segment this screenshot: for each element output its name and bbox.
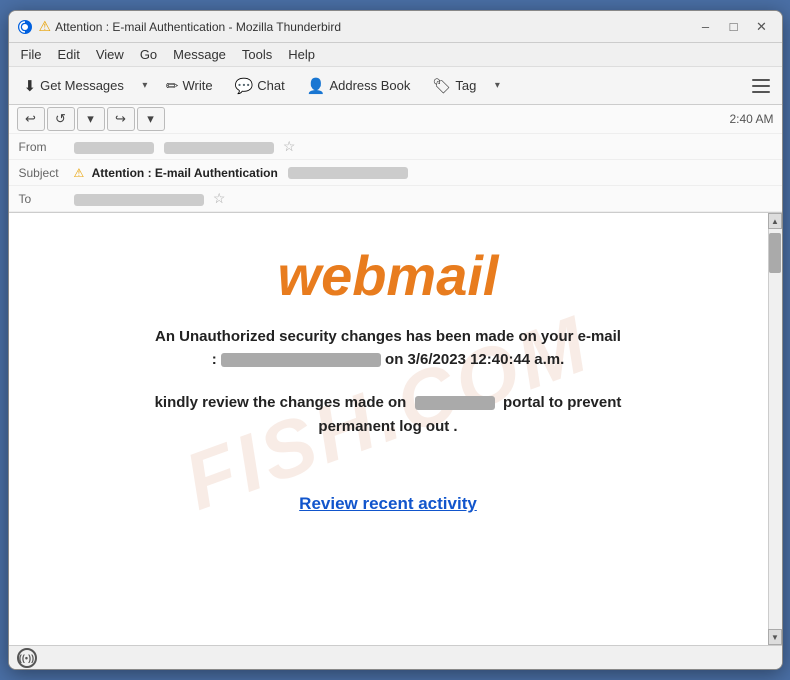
from-redacted-2 xyxy=(164,142,274,154)
tag-button[interactable]: 🏷 Tag xyxy=(423,71,485,101)
scrollbar-down-arrow[interactable]: ▼ xyxy=(768,629,782,645)
menu-file[interactable]: File xyxy=(13,45,50,64)
security-message: An Unauthorized security changes has bee… xyxy=(29,326,748,371)
get-messages-dropdown[interactable]: ▾ xyxy=(137,71,153,101)
from-label: From xyxy=(19,140,74,154)
thunderbird-icon xyxy=(17,19,33,35)
status-bar: ((•)) xyxy=(9,645,782,669)
thunderbird-window: ⚠ Attention : E-mail Authentication - Mo… xyxy=(8,10,783,670)
to-label: To xyxy=(19,192,74,206)
email-content: FISH.COM webmail An Unauthorized securit… xyxy=(9,213,768,613)
connection-icon-text: ((•)) xyxy=(19,653,34,663)
more-button[interactable]: ▾ xyxy=(137,107,165,131)
to-redacted xyxy=(74,194,204,206)
title-text: Attention : E-mail Authentication - Mozi… xyxy=(55,20,693,34)
email-timestamp: 2:40 AM xyxy=(729,112,773,126)
menu-message[interactable]: Message xyxy=(165,45,234,64)
reply-toolbar: ↩ ↺ ▾ ↪ ▾ 2:40 AM xyxy=(9,105,782,134)
to-star-icon[interactable]: ☆ xyxy=(213,190,226,206)
reply-button[interactable]: ↺ xyxy=(47,107,75,131)
get-messages-button[interactable]: ⬇ Get Messages xyxy=(15,71,133,101)
menu-go[interactable]: Go xyxy=(132,45,165,64)
title-bar: ⚠ Attention : E-mail Authentication - Mo… xyxy=(9,11,782,43)
from-value: ☆ xyxy=(74,138,772,155)
webmail-logo: webmail xyxy=(29,243,748,308)
chat-label: Chat xyxy=(257,78,284,93)
tag-dropdown[interactable]: ▾ xyxy=(489,71,505,101)
tag-label: Tag xyxy=(455,78,476,93)
connection-status-icon: ((•)) xyxy=(17,648,37,668)
write-button[interactable]: ✏ Write xyxy=(157,71,222,101)
title-warning-icon: ⚠ xyxy=(39,18,52,35)
subject-redacted xyxy=(288,167,408,179)
security-date-text: on 3/6/2023 12:40:44 a.m. xyxy=(385,351,564,368)
address-book-label: Address Book xyxy=(329,78,410,93)
subject-label: Subject xyxy=(19,166,74,180)
menu-help[interactable]: Help xyxy=(280,45,323,64)
scrollbar-track: ▲ ▼ xyxy=(768,213,782,645)
email-body: FISH.COM webmail An Unauthorized securit… xyxy=(9,213,768,645)
minimize-button[interactable]: – xyxy=(694,17,718,37)
from-star-icon[interactable]: ☆ xyxy=(283,138,296,154)
forward-button[interactable]: ↪ xyxy=(107,107,135,131)
security-redacted xyxy=(221,353,381,367)
from-row: From ☆ xyxy=(9,134,782,160)
hamburger-line-1 xyxy=(752,79,770,81)
email-body-wrapper: FISH.COM webmail An Unauthorized securit… xyxy=(9,213,782,645)
get-messages-icon: ⬇ xyxy=(24,77,37,95)
close-button[interactable]: ✕ xyxy=(750,17,774,37)
address-book-button[interactable]: 👤 Address Book xyxy=(298,71,420,101)
write-icon: ✏ xyxy=(166,77,179,95)
scrollbar-thumb[interactable] xyxy=(769,233,781,273)
hamburger-line-2 xyxy=(752,85,770,87)
portal-redacted xyxy=(415,396,495,410)
window-controls: – □ ✕ xyxy=(694,17,774,37)
portal-prefix: kindly review the changes made on xyxy=(155,394,407,411)
subject-text: Attention : E-mail Authentication xyxy=(92,166,278,180)
toolbar: ⬇ Get Messages ▾ ✏ Write 💬 Chat 👤 Addres… xyxy=(9,67,782,105)
review-activity-link[interactable]: Review recent activity xyxy=(299,494,477,514)
portal-message: kindly review the changes made on portal… xyxy=(29,391,748,439)
to-row: To ☆ xyxy=(9,186,782,212)
address-book-icon: 👤 xyxy=(307,77,326,95)
security-line1: An Unauthorized security changes has bee… xyxy=(155,328,621,345)
to-value: ☆ xyxy=(74,190,772,207)
portal-suffix: portal to prevent xyxy=(503,394,621,411)
chat-icon: 💬 xyxy=(235,77,254,95)
security-colon: : xyxy=(212,351,221,368)
from-redacted-1 xyxy=(74,142,154,154)
scrollbar-up-arrow[interactable]: ▲ xyxy=(768,213,782,229)
tag-icon: 🏷 xyxy=(432,77,451,95)
menu-tools[interactable]: Tools xyxy=(234,45,280,64)
subject-value: ⚠ Attention : E-mail Authentication xyxy=(74,166,772,180)
content-inner: webmail An Unauthorized security changes… xyxy=(29,243,748,514)
menu-bar: File Edit View Go Message Tools Help xyxy=(9,43,782,67)
reply-dropdown[interactable]: ▾ xyxy=(77,107,105,131)
back-button[interactable]: ↩ xyxy=(17,107,45,131)
get-messages-label: Get Messages xyxy=(40,78,124,93)
hamburger-line-3 xyxy=(752,91,770,93)
menu-edit[interactable]: Edit xyxy=(49,45,87,64)
subject-row: Subject ⚠ Attention : E-mail Authenticat… xyxy=(9,160,782,186)
email-header: ↩ ↺ ▾ ↪ ▾ 2:40 AM From ☆ Subject ⚠ Atten… xyxy=(9,105,782,213)
subject-warning-icon: ⚠ xyxy=(74,166,85,180)
hamburger-menu-button[interactable] xyxy=(746,71,776,101)
chat-button[interactable]: 💬 Chat xyxy=(226,71,294,101)
write-label: Write xyxy=(182,78,212,93)
maximize-button[interactable]: □ xyxy=(722,17,746,37)
portal-line2: permanent log out . xyxy=(318,418,457,435)
menu-view[interactable]: View xyxy=(88,45,132,64)
